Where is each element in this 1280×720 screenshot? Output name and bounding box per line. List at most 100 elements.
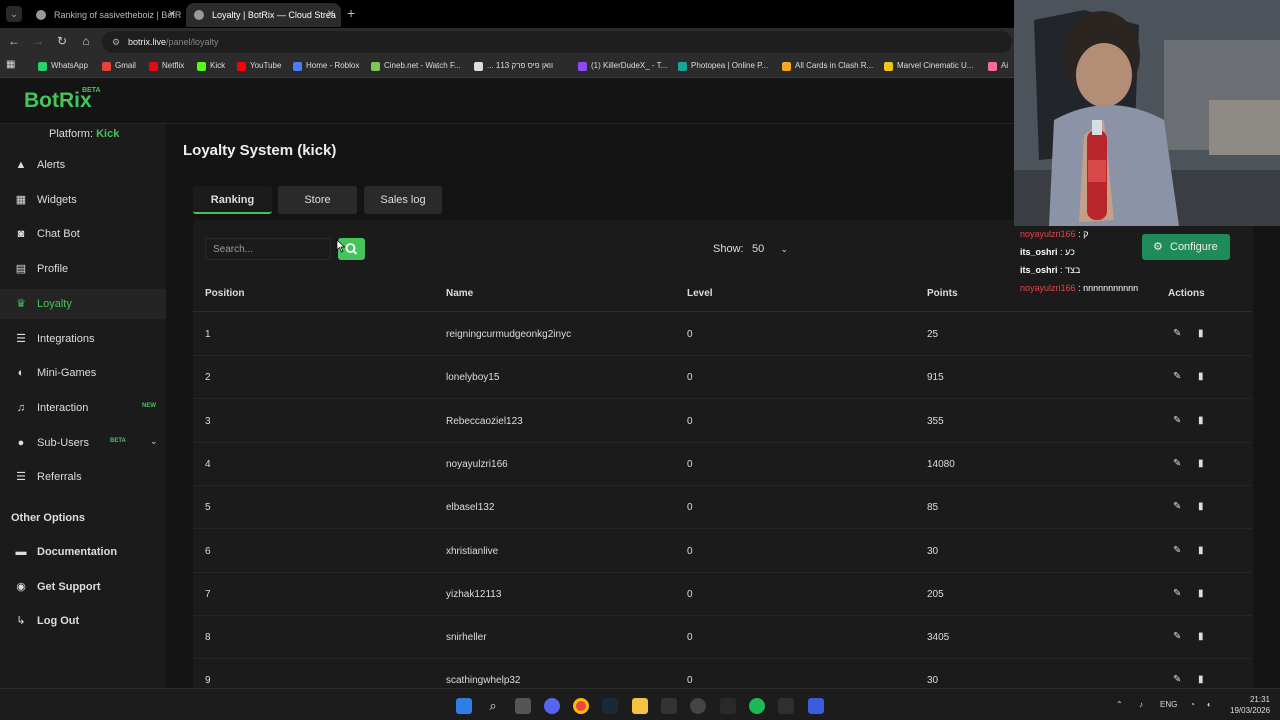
home-icon[interactable]: ⌂ (78, 34, 94, 48)
trash-icon[interactable]: ▮ (1198, 588, 1210, 600)
chat-text: : ק (1078, 229, 1089, 239)
browser-tab-ranking[interactable]: Ranking of sasivetheboiz | BotR ✕ (28, 3, 182, 27)
column-header-points[interactable]: Points (927, 288, 958, 299)
bookmark-item[interactable]: (1) KillerDudeX_ - T... (578, 61, 667, 71)
trash-icon[interactable]: ▮ (1198, 501, 1210, 513)
windows-start-icon[interactable] (456, 698, 472, 714)
microphone-icon[interactable]: ♪ (1139, 700, 1143, 709)
discord-icon[interactable] (544, 698, 560, 714)
edit-icon[interactable]: ✎ (1173, 415, 1185, 427)
task-view-icon[interactable] (515, 698, 531, 714)
bookmark-item[interactable]: All Cards in Clash R... (782, 61, 873, 71)
chrome-icon[interactable] (573, 698, 589, 714)
sidebar-item-log-out[interactable]: ↳ Log Out (0, 606, 166, 636)
cell-points: 3405 (927, 632, 950, 644)
bookmark-item[interactable]: Home - Roblox (293, 61, 359, 71)
network-icon[interactable]: ◔ (1190, 700, 1195, 709)
trash-icon[interactable]: ▮ (1198, 545, 1210, 557)
edit-icon[interactable]: ✎ (1173, 631, 1185, 643)
edit-icon[interactable]: ✎ (1173, 371, 1185, 383)
bookmark-favicon-icon (38, 62, 47, 71)
tray-chevron-icon[interactable]: ⌃ (1116, 700, 1123, 709)
search-input[interactable] (205, 238, 331, 260)
users-icon: ● (17, 436, 25, 449)
obs-icon[interactable] (690, 698, 706, 714)
sidebar-item-chat-bot[interactable]: ◙ Chat Bot (0, 219, 166, 249)
edit-icon[interactable]: ✎ (1173, 545, 1185, 557)
show-count-select[interactable]: 50 ⌄ (746, 238, 788, 260)
sidebar-item-get-support[interactable]: ◉ Get Support (0, 572, 166, 602)
trash-icon[interactable]: ▮ (1198, 371, 1210, 383)
sidebar-item-sub-users[interactable]: ● Sub-Users BETA ⌄ (0, 428, 166, 458)
widgets-icon: ▦ (15, 193, 27, 206)
sidebar-item-integrations[interactable]: ☰ Integrations (0, 324, 166, 354)
column-header-position[interactable]: Position (205, 288, 244, 299)
site-info-icon[interactable]: ⚙ (112, 31, 120, 53)
epic-games-icon[interactable] (778, 698, 794, 714)
close-tab-icon[interactable]: ✕ (327, 3, 335, 27)
edit-icon[interactable]: ✎ (1173, 328, 1185, 340)
sidebar-item-documentation[interactable]: ▬ Documentation (0, 537, 166, 567)
cell-level: 0 (687, 545, 693, 557)
tab-store[interactable]: Store (278, 186, 357, 214)
apps-grid-icon[interactable]: ▦ (6, 59, 15, 70)
taskbar: ⌕ ⌃ ♪ ENG ◔ ◖ 21:31 19/03/2026 (0, 688, 1280, 720)
spotify-icon[interactable] (749, 698, 765, 714)
sidebar-item-interaction[interactable]: ♫ Interaction NEW (0, 393, 166, 423)
sidebar-item-widgets[interactable]: ▦ Widgets (0, 185, 166, 215)
bookmark-item[interactable]: WhatsApp (38, 61, 88, 71)
bookmark-item[interactable]: Kick (197, 61, 225, 71)
bookmark-item[interactable]: Photopea | Online P... (678, 61, 768, 71)
forward-icon[interactable]: → (30, 34, 46, 48)
chat-text: : nnnnnnnnnnn (1078, 283, 1139, 293)
clock[interactable]: 21:31 19/03/2026 (1230, 694, 1270, 716)
tab-search-button[interactable]: ⌄ (6, 6, 22, 22)
trash-icon[interactable]: ▮ (1198, 415, 1210, 427)
trash-icon[interactable]: ▮ (1198, 328, 1210, 340)
bookmark-item[interactable]: YouTube (237, 61, 281, 71)
bookmark-item[interactable]: Gmail (102, 61, 136, 71)
file-explorer-icon[interactable] (632, 698, 648, 714)
browser-tab-loyalty[interactable]: Loyalty | BotRix — Cloud Strea ✕ (186, 3, 341, 27)
address-bar[interactable]: ⚙ botrix.live/panel/loyalty (102, 31, 1012, 53)
capcut-icon[interactable] (661, 698, 677, 714)
webcam-overlay (1014, 0, 1280, 226)
cell-points: 915 (927, 372, 944, 384)
app-launcher-icon[interactable] (808, 698, 824, 714)
steam-icon[interactable] (602, 698, 618, 714)
bookmark-item[interactable]: Netflix (149, 61, 184, 71)
sidebar-item-label: Referrals (37, 471, 82, 484)
close-tab-icon[interactable]: ✕ (168, 3, 176, 27)
trash-icon[interactable]: ▮ (1198, 631, 1210, 643)
tab-ranking[interactable]: Ranking (193, 186, 272, 214)
platform-indicator: Platform: Kick (49, 128, 119, 140)
new-tab-icon[interactable]: + (347, 5, 355, 21)
reload-icon[interactable]: ↻ (54, 34, 70, 48)
app-icon[interactable] (720, 698, 736, 714)
language-indicator[interactable]: ENG (1160, 700, 1177, 709)
edit-icon[interactable]: ✎ (1173, 501, 1185, 513)
edit-icon[interactable]: ✎ (1173, 588, 1185, 600)
chevron-down-icon[interactable]: ⌄ (150, 436, 158, 447)
taskbar-search-icon[interactable]: ⌕ (485, 698, 501, 714)
sidebar-item-alerts[interactable]: ▲ Alerts (0, 150, 166, 180)
trash-icon[interactable]: ▮ (1198, 674, 1210, 686)
sidebar-item-loyalty[interactable]: ♛ Loyalty (0, 288, 166, 319)
bookmark-item[interactable]: Marvel Cinematic U... (884, 61, 973, 71)
bookmark-item[interactable]: Ai (988, 61, 1008, 71)
back-icon[interactable]: ← (6, 34, 22, 48)
table-row: 9 scathingwhelp32 0 30 ✎ ▮ (193, 659, 1253, 688)
trash-icon[interactable]: ▮ (1198, 458, 1210, 470)
column-header-level[interactable]: Level (687, 288, 713, 299)
cell-level: 0 (687, 372, 693, 384)
edit-icon[interactable]: ✎ (1173, 458, 1185, 470)
bookmark-item[interactable]: Cineb.net - Watch F... (371, 61, 461, 71)
column-header-name[interactable]: Name (446, 288, 473, 299)
sidebar-item-referrals[interactable]: ☰ Referrals (0, 462, 166, 492)
tab-sales-log[interactable]: Sales log (364, 186, 442, 214)
edit-icon[interactable]: ✎ (1173, 674, 1185, 686)
sidebar-item-profile[interactable]: ▤ Profile (0, 254, 166, 284)
sidebar-item-mini-games[interactable]: ◐ Mini-Games (0, 358, 166, 388)
bookmark-item[interactable]: ... וואן פיס פרק 113 (474, 61, 553, 71)
volume-icon[interactable]: ◖ (1206, 700, 1211, 709)
